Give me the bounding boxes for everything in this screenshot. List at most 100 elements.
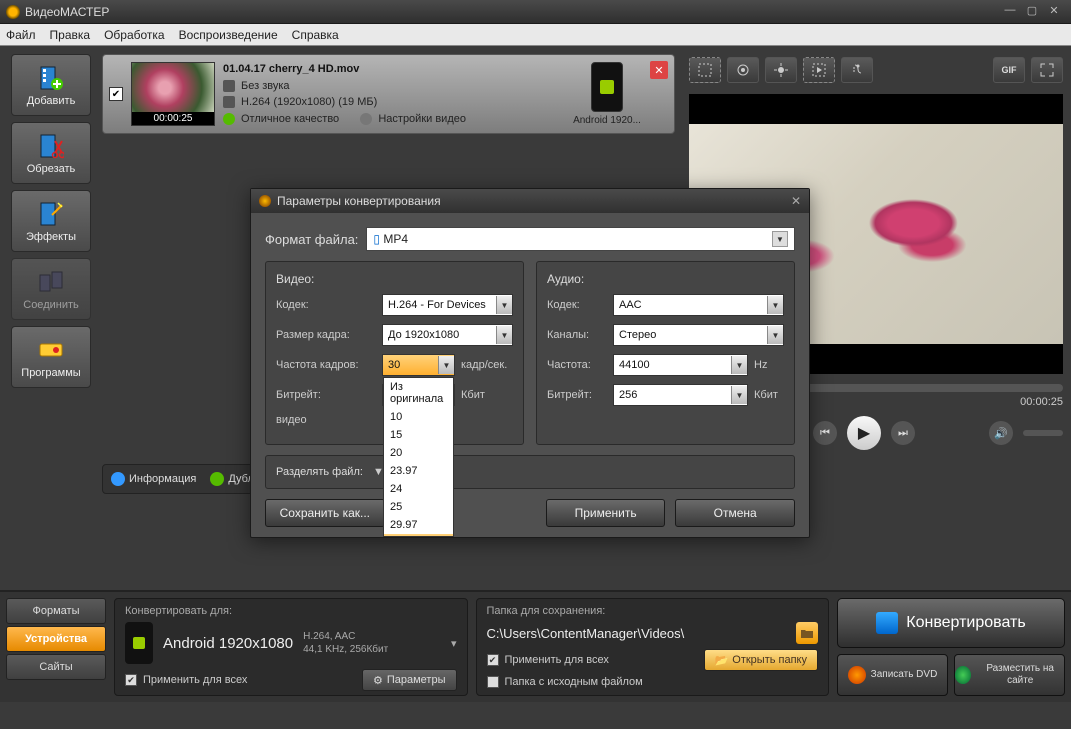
src-folder-label: Папка с исходным файлом [505, 676, 643, 688]
menu-playback[interactable]: Воспроизведение [179, 28, 278, 42]
target-icon[interactable] [727, 57, 759, 83]
file-remove-button[interactable]: ✕ [650, 61, 668, 79]
fps-option[interactable]: 24 [384, 480, 453, 498]
film-plus-icon [37, 64, 65, 92]
file-duration: 00:00:25 [132, 112, 214, 125]
upload-button[interactable]: Разместить на сайте [954, 654, 1065, 696]
sidebar-add[interactable]: Добавить [11, 54, 91, 116]
fps-option[interactable]: 29.97 [384, 516, 453, 534]
file-item[interactable]: ✔ 00:00:25 01.04.17 cherry_4 HD.mov Без … [102, 54, 675, 134]
sidebar-cut[interactable]: Обрезать [11, 122, 91, 184]
chevron-down-icon: ▾ [451, 637, 457, 650]
file-thumbnail: 00:00:25 [131, 62, 215, 126]
disc-icon [848, 666, 866, 684]
apply-button[interactable]: Применить [546, 499, 666, 527]
sidebar-join[interactable]: Соединить [11, 258, 91, 320]
convert-for-label: Конвертировать для: [125, 605, 457, 617]
menu-process[interactable]: Обработка [104, 28, 165, 42]
tab-devices[interactable]: Устройства [6, 626, 106, 652]
audio-header: Аудио: [547, 272, 784, 286]
menu-file[interactable]: Файл [6, 28, 36, 42]
minimize-button[interactable]: — [999, 4, 1021, 20]
sidebar-effects-label: Эффекты [26, 231, 76, 243]
gif-button[interactable]: GIF [993, 57, 1025, 83]
maximize-button[interactable]: ▢ [1021, 4, 1043, 20]
a-br-unit: Кбит [754, 389, 784, 401]
a-codec-label: Кодек: [547, 299, 607, 311]
profile-name: Android 1920x1080 [163, 635, 293, 652]
globe-icon [955, 666, 971, 684]
convert-icon [876, 612, 898, 634]
bottom-panel: Форматы Устройства Сайты Конвертировать … [0, 590, 1071, 702]
save-as-button[interactable]: Сохранить как... [265, 499, 385, 527]
v-size-select[interactable]: До 1920x1080▼ [382, 324, 513, 346]
format-label: Формат файла: [265, 232, 358, 247]
brightness-icon[interactable] [765, 57, 797, 83]
apply-all-check-2[interactable]: ✔ [487, 654, 499, 666]
v-fps-label: Частота кадров: [276, 359, 376, 371]
a-ch-select[interactable]: Стерео▼ [613, 324, 784, 346]
folder-icon: 📂 [715, 654, 729, 667]
a-codec-select[interactable]: AAC▼ [613, 294, 784, 316]
film-scissors-icon [37, 132, 65, 160]
tab-formats[interactable]: Форматы [6, 598, 106, 624]
file-audio: Без звука [241, 78, 290, 95]
params-button[interactable]: ⚙Параметры [362, 669, 457, 691]
gear-icon: ⚙ [373, 674, 383, 687]
apply-all-check-1[interactable]: ✔ [125, 674, 137, 686]
titlebar: ВидеоМАСТЕР — ▢ ✕ [0, 0, 1071, 24]
menu-help[interactable]: Справка [292, 28, 339, 42]
next-button[interactable]: ⏭ [891, 421, 915, 445]
convert-button[interactable]: Конвертировать [837, 598, 1065, 648]
file-settings-link[interactable]: Настройки видео [378, 111, 466, 128]
volume-slider[interactable] [1023, 430, 1063, 436]
volume-button[interactable]: 🔊 [989, 421, 1013, 445]
close-window-button[interactable]: ✕ [1043, 4, 1065, 20]
play-button[interactable]: ▶ [847, 416, 881, 450]
format-tabs: Форматы Устройства Сайты [6, 598, 106, 696]
menu-edit[interactable]: Правка [50, 28, 91, 42]
fps-option[interactable]: 23.97 [384, 462, 453, 480]
v-codec-select[interactable]: H.264 - For Devices▼ [382, 294, 513, 316]
fps-option[interactable]: Из оригинала [384, 378, 453, 408]
sidebar-programs[interactable]: Программы [11, 326, 91, 388]
tab-sites[interactable]: Сайты [6, 654, 106, 680]
info-button[interactable]: Информация [111, 472, 196, 486]
fps-option[interactable]: 10 [384, 408, 453, 426]
fps-option-selected[interactable]: 30 [384, 534, 453, 537]
format-select[interactable]: ▯ MP4 ▼ [366, 227, 795, 251]
a-freq-select[interactable]: 44100▼ [613, 354, 748, 376]
v-fps-select[interactable]: 30▼ Из оригинала 10 15 20 23.97 24 25 29… [382, 354, 455, 376]
v-codec-label: Кодек: [276, 299, 376, 311]
profile-selector[interactable]: Android 1920x1080 H.264, AAC 44,1 KHz, 2… [125, 622, 457, 664]
motion-icon[interactable] [841, 57, 873, 83]
a-br-select[interactable]: 256▼ [613, 384, 748, 406]
fps-option[interactable]: 15 [384, 426, 453, 444]
open-folder-button[interactable]: 📂Открыть папку [704, 649, 818, 671]
browse-folder-button[interactable] [796, 622, 818, 644]
video-group: Видео: Кодек: H.264 - For Devices▼ Разме… [265, 261, 524, 445]
cancel-button[interactable]: Отмена [675, 499, 795, 527]
dvd-button[interactable]: Записать DVD [837, 654, 948, 696]
android-icon [125, 622, 153, 664]
sidebar-effects[interactable]: Эффекты [11, 190, 91, 252]
left-toolbar: Добавить Обрезать Эффекты Соединить Прог… [0, 46, 102, 590]
dialog-close-button[interactable]: ✕ [791, 194, 801, 208]
app-title: ВидеоМАСТЕР [25, 5, 999, 19]
profile-sub1: H.264, AAC [303, 630, 388, 643]
a-freq-label: Частота: [547, 359, 607, 371]
chevron-down-icon: ▼ [772, 231, 788, 247]
speed-icon[interactable] [803, 57, 835, 83]
a-freq-unit: Hz [754, 359, 784, 371]
file-meta: 01.04.17 cherry_4 HD.mov Без звука H.264… [223, 61, 564, 127]
fps-option[interactable]: 20 [384, 444, 453, 462]
dialog-titlebar: Параметры конвертирования ✕ [251, 189, 809, 213]
prev-button[interactable]: ⏮ [813, 421, 837, 445]
fps-dropdown: Из оригинала 10 15 20 23.97 24 25 29.97 … [383, 377, 454, 537]
fullscreen-icon[interactable] [1031, 57, 1063, 83]
crop-icon[interactable] [689, 57, 721, 83]
phone-icon [591, 62, 623, 112]
fps-option[interactable]: 25 [384, 498, 453, 516]
src-folder-check[interactable] [487, 676, 499, 688]
file-checkbox[interactable]: ✔ [109, 87, 123, 101]
